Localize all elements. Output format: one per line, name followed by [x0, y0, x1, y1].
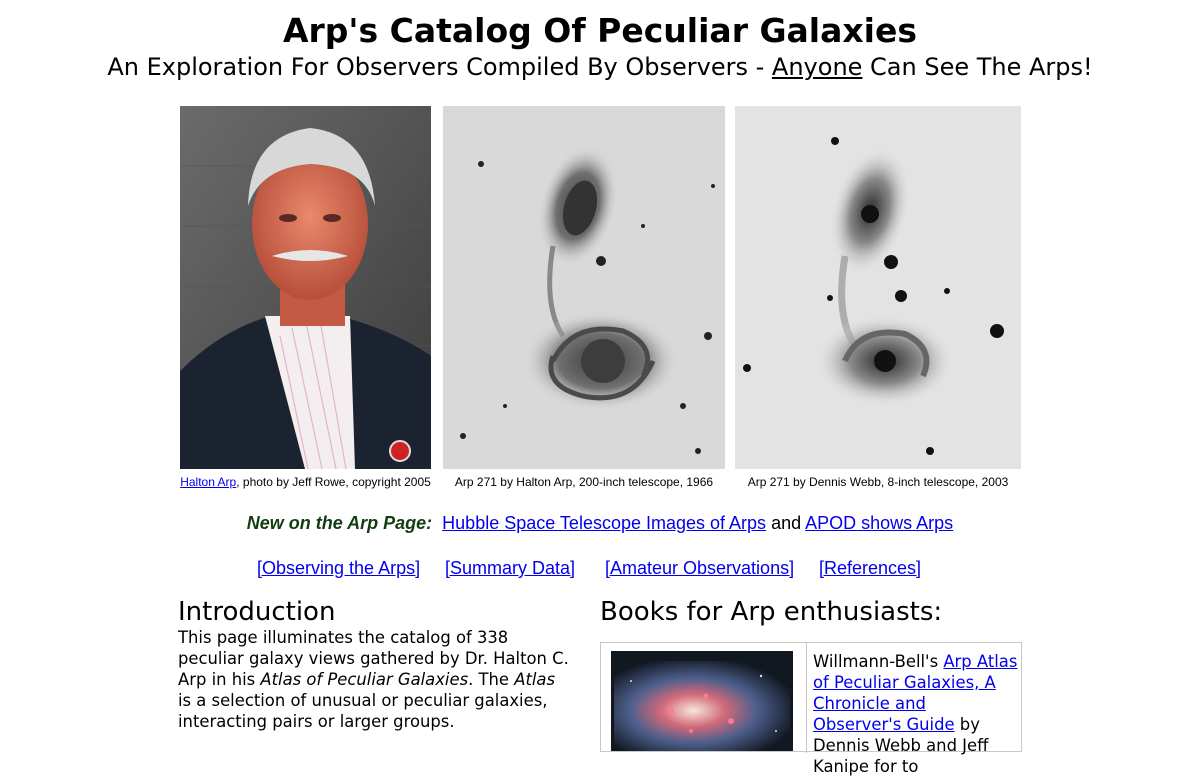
intro-text-2: . The [468, 670, 515, 689]
page-title: Arp's Catalog Of Peculiar Galaxies [282, 11, 918, 50]
book-publisher: Willmann-Bell's [813, 652, 944, 671]
new-on-arp-page: New on the Arp Page: Hubble Space Telesc… [0, 512, 1200, 534]
intro-heading: Introduction [178, 597, 336, 627]
photo-caption-3: Arp 271 by Dennis Webb, 8-inch telescope… [747, 475, 1009, 489]
page-subtitle: An Exploration For Observers Compiled By… [0, 52, 1200, 82]
nav-observing-the-arps[interactable]: [Observing the Arps] [257, 557, 420, 579]
nav-references[interactable]: [References] [819, 557, 921, 579]
halton-arp-link[interactable]: Halton Arp [180, 475, 236, 489]
photo-caption-1-text: , photo by Jeff Rowe, copyright 2005 [236, 475, 431, 489]
intro-atlas: Atlas [514, 670, 556, 689]
intro-atlas-title: Atlas of Peculiar Galaxies [260, 670, 469, 689]
hubble-images-link[interactable]: Hubble Space Telescope Images of Arps [442, 513, 766, 533]
news-conjunction: and [771, 513, 802, 533]
book-description: Willmann-Bell's Arp Atlas of Peculiar Ga… [813, 651, 1018, 777]
photo-caption-1: Halton Arp, photo by Jeff Rowe, copyrigh… [180, 475, 431, 490]
halton-arp-photo [180, 106, 431, 469]
photo-caption-2: Arp 271 by Halton Arp, 200-inch telescop… [454, 475, 714, 489]
subtitle-before: An Exploration For Observers Compiled By… [107, 53, 772, 81]
nav-amateur-observations[interactable]: [Amateur Observations] [605, 557, 794, 579]
books-divider [806, 643, 807, 753]
books-table: Willmann-Bell's Arp Atlas of Peculiar Ga… [600, 642, 1022, 776]
arp271-palomar-image [443, 106, 725, 469]
books-heading: Books for Arp enthusiasts: [600, 597, 943, 627]
arp-atlas-book-cover[interactable] [611, 651, 793, 751]
apod-link[interactable]: APOD shows Arps [805, 513, 953, 533]
intro-paragraph: This page illuminates the catalog of 338… [178, 627, 573, 732]
subtitle-after: Can See The Arps! [862, 53, 1093, 81]
arp271-amateur-image [735, 106, 1021, 469]
new-label: New on the Arp Page: [246, 513, 433, 533]
subtitle-anyone: Anyone [771, 53, 863, 81]
nav-summary-data[interactable]: [Summary Data] [445, 557, 575, 579]
intro-text-3: is a selection of unusual or peculiar ga… [178, 691, 548, 731]
